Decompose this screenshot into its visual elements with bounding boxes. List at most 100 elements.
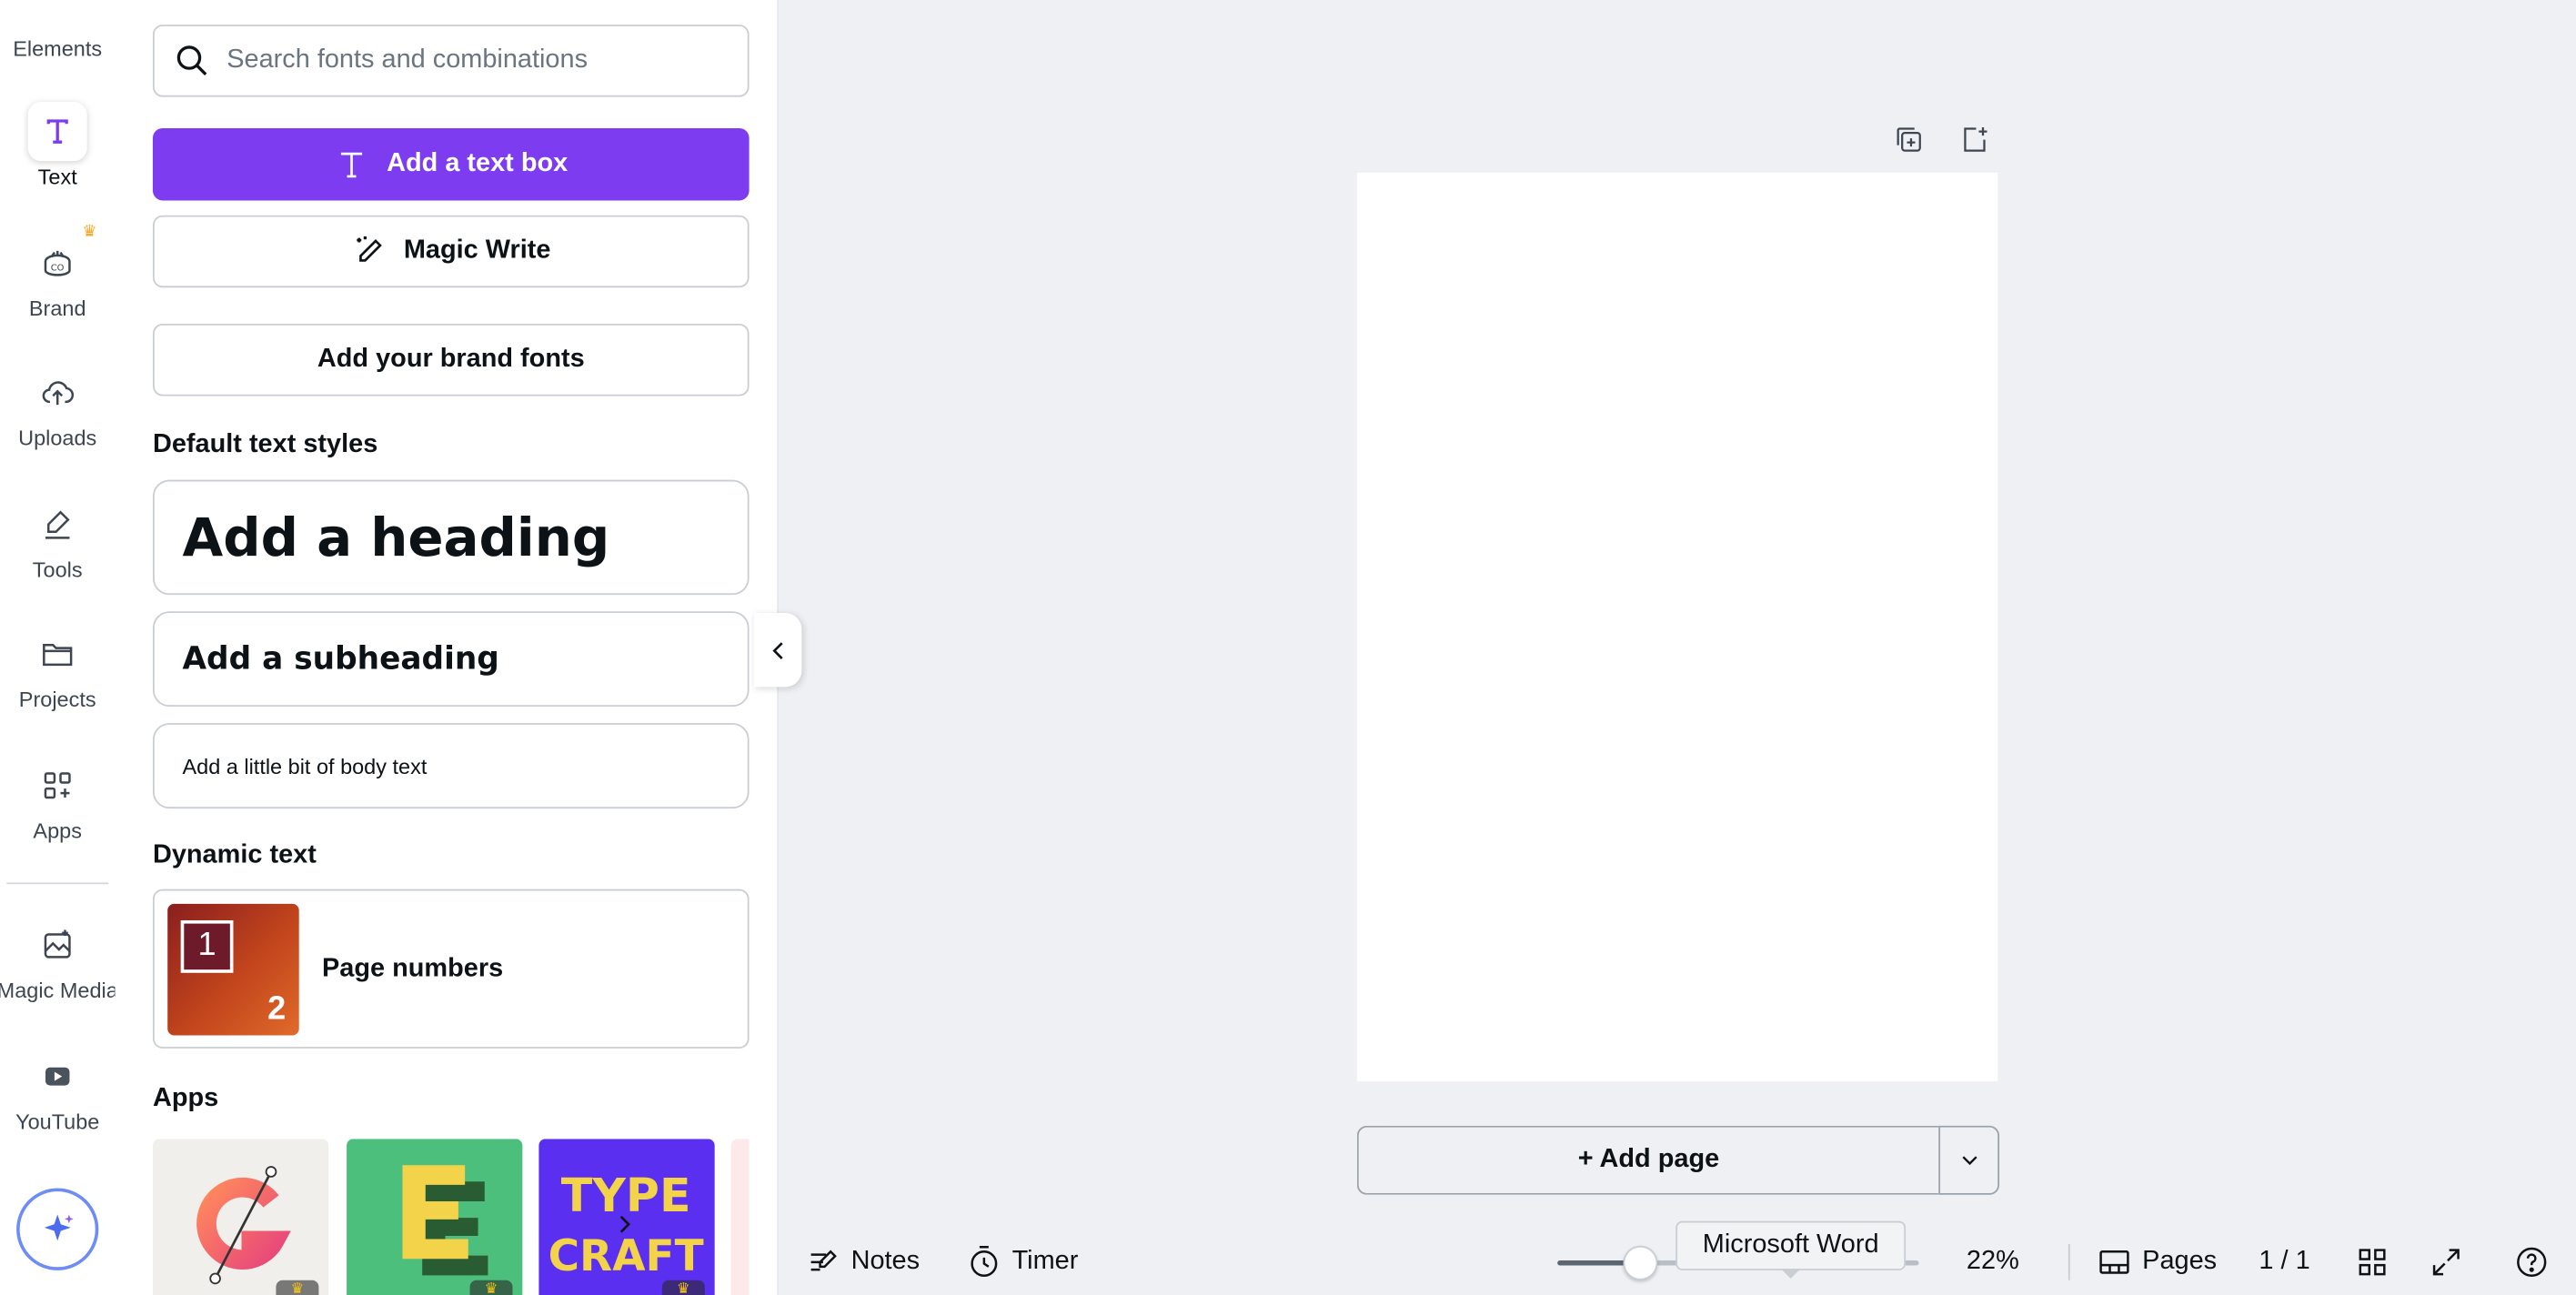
crown-icon: ♛ — [469, 1280, 513, 1295]
rail-item-text[interactable]: Text — [0, 102, 115, 189]
timer-button[interactable]: Timer — [966, 1230, 1078, 1295]
pages-icon — [2099, 1250, 2129, 1274]
rail-label: Brand — [28, 296, 86, 321]
zoom-level-button[interactable]: 22% — [1967, 1230, 2019, 1295]
app-tile-g[interactable]: ♛ — [152, 1139, 329, 1295]
add-heading-card[interactable]: Add a heading — [152, 479, 750, 596]
rail-label: Magic Media — [0, 978, 118, 1003]
page-count: 1 / 1 — [2259, 1230, 2309, 1295]
expand-icon — [2432, 1249, 2460, 1276]
design-page[interactable] — [1356, 172, 1998, 1082]
rail-divider — [6, 882, 109, 885]
timer-label: Timer — [1011, 1247, 1079, 1276]
rail-item-youtube[interactable]: YouTube — [0, 1047, 115, 1134]
tooltip-text: Microsoft Word — [1702, 1230, 1879, 1260]
page-numbers-label: Page numbers — [321, 954, 504, 982]
tooltip-arrow — [1780, 1269, 1801, 1279]
help-icon — [2517, 1247, 2547, 1278]
upload-cloud-icon — [28, 363, 87, 422]
text-t-icon — [341, 152, 363, 178]
rail-item-tools[interactable]: Tools — [0, 495, 115, 582]
body-text: Add a little bit of body text — [182, 753, 428, 778]
rail-item-brand[interactable]: CO ♛ Brand — [0, 224, 115, 321]
add-text-box-label: Add a text box — [387, 149, 569, 178]
help-button[interactable] — [2513, 1230, 2560, 1295]
app-tile-partial[interactable] — [730, 1139, 750, 1295]
search-icon — [176, 45, 207, 75]
rail-label: Text — [37, 164, 77, 189]
fullscreen-button[interactable] — [2428, 1230, 2474, 1295]
pen-tool-icon — [28, 495, 87, 554]
text-panel: Add a text box Magic Write Add your bran… — [115, 0, 780, 1295]
rail-label: Projects — [18, 687, 96, 712]
grid-icon — [2359, 1249, 2386, 1276]
thumb-number-two: 2 — [267, 989, 287, 1027]
apps-section-title: Apps — [152, 1084, 219, 1113]
duplicate-page-button[interactable] — [1889, 120, 1928, 159]
add-page-dropdown[interactable] — [1938, 1125, 2000, 1195]
youtube-icon — [28, 1047, 87, 1106]
sparkle-icon — [44, 1214, 74, 1241]
apps-next-arrow[interactable] — [611, 1208, 638, 1240]
app-e-logo-icon — [402, 1165, 488, 1276]
brand-icon: CO ♛ — [28, 224, 97, 293]
rail-label: Tools — [32, 557, 83, 582]
app-tiles-row: ♛ ♛ TYPE CRAFT ♛ — [152, 1139, 750, 1295]
zoom-level: 22% — [1966, 1247, 2019, 1276]
add-brand-fonts-label: Add your brand fonts — [317, 345, 585, 374]
subheading-text: Add a subheading — [182, 640, 499, 678]
chevron-left-icon — [771, 641, 782, 659]
thumb-number-one: 1 — [180, 919, 234, 972]
rail-label: YouTube — [15, 1109, 100, 1134]
rail-item-uploads[interactable]: Uploads — [0, 363, 115, 450]
notes-button[interactable]: Notes — [805, 1230, 920, 1295]
svg-text:CO: CO — [51, 263, 65, 273]
page-numbers-thumbnail: 1 2 — [167, 903, 299, 1035]
grid-view-button[interactable] — [2354, 1230, 2400, 1295]
left-rail: Elements Text CO ♛ Brand Uploads Tools P… — [0, 0, 118, 1295]
rail-item-elements[interactable]: Elements — [0, 16, 115, 61]
default-text-styles-title: Default text styles — [152, 430, 378, 459]
rail-item-apps[interactable]: Apps — [0, 756, 115, 843]
page-numbers-card[interactable]: 1 2 Page numbers — [152, 888, 750, 1049]
add-subheading-card[interactable]: Add a subheading — [152, 611, 750, 708]
tooltip: Microsoft Word — [1675, 1220, 1907, 1270]
rail-label: Uploads — [18, 426, 97, 451]
magic-write-button[interactable]: Magic Write — [152, 215, 750, 288]
chevron-down-icon — [1961, 1156, 1977, 1166]
add-page-label: + Add page — [1577, 1145, 1720, 1174]
page-count-text: 1 / 1 — [2259, 1247, 2310, 1276]
magic-assistant-button[interactable] — [16, 1188, 99, 1270]
pages-button[interactable]: Pages — [2097, 1230, 2218, 1295]
add-page-button[interactable]: + Add page — [1356, 1125, 1939, 1195]
zoom-slider-handle[interactable] — [1623, 1245, 1658, 1280]
rail-item-magic-media[interactable]: Magic Media — [0, 916, 118, 1003]
apps-grid-icon — [28, 756, 87, 815]
add-page-icon-button[interactable] — [1955, 120, 1994, 159]
divider — [2068, 1243, 2070, 1280]
add-brand-fonts-button[interactable]: Add your brand fonts — [152, 324, 750, 397]
add-page-icon — [1964, 127, 1987, 152]
search-box[interactable] — [152, 25, 750, 97]
collapse-panel-button[interactable] — [754, 613, 802, 688]
timer-icon — [971, 1246, 998, 1278]
crown-icon: ♛ — [82, 223, 97, 242]
text-icon — [27, 102, 87, 162]
dynamic-text-title: Dynamic text — [152, 841, 317, 869]
rail-item-projects[interactable]: Projects — [0, 625, 115, 712]
add-body-text-card[interactable]: Add a little bit of body text — [152, 723, 750, 809]
notes-label: Notes — [850, 1247, 921, 1276]
magic-write-label: Magic Write — [403, 236, 551, 265]
app-tile-e[interactable]: ♛ — [347, 1139, 523, 1295]
rail-label: Apps — [33, 818, 82, 844]
crown-icon: ♛ — [661, 1280, 705, 1295]
pages-label: Pages — [2142, 1247, 2218, 1276]
add-text-box-button[interactable]: Add a text box — [152, 127, 750, 201]
app-g-logo-icon — [196, 1166, 291, 1285]
magic-media-icon — [28, 916, 87, 975]
search-input[interactable] — [226, 45, 720, 76]
notes-icon — [810, 1250, 837, 1271]
crown-icon: ♛ — [276, 1280, 319, 1295]
folder-icon — [28, 625, 87, 684]
magic-pen-icon — [356, 236, 382, 262]
